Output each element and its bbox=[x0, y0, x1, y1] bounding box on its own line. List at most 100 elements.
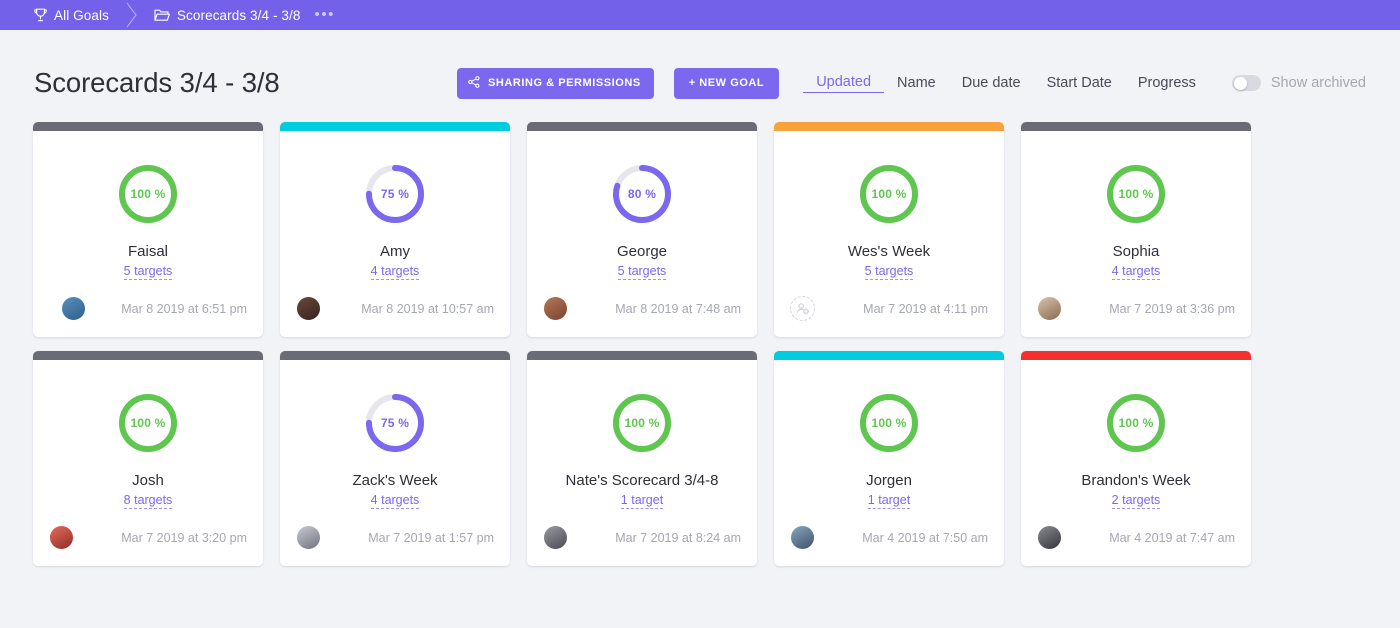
breadcrumb-item-all-goals[interactable]: All Goals bbox=[34, 8, 109, 23]
sort-option-progress[interactable]: Progress bbox=[1125, 75, 1209, 91]
card-footer: Mar 4 2019 at 7:50 am bbox=[774, 525, 1004, 566]
progress-percent-label: 75 % bbox=[380, 187, 410, 201]
targets-link[interactable]: 5 targets bbox=[123, 264, 173, 280]
card-footer: Mar 7 2019 at 1:57 pm bbox=[280, 525, 510, 566]
card-footer: Mar 8 2019 at 7:48 am bbox=[527, 296, 757, 337]
card-color-bar bbox=[280, 122, 510, 131]
goal-card[interactable]: 100 % Faisal 5 targets Mar 8 2019 at 6:5… bbox=[33, 122, 263, 337]
new-goal-button[interactable]: + NEW GOAL bbox=[673, 67, 780, 99]
header-actions: SHARING & PERMISSIONS + NEW GOAL Updated… bbox=[456, 67, 1366, 99]
goal-name: Jorgen bbox=[866, 472, 912, 489]
card-body: 100 % Josh 8 targets bbox=[33, 360, 263, 525]
avatar[interactable] bbox=[543, 296, 568, 321]
targets-link[interactable]: 8 targets bbox=[123, 493, 173, 509]
folder-icon bbox=[154, 8, 170, 22]
card-body: 80 % George 5 targets bbox=[527, 131, 757, 296]
avatar[interactable] bbox=[543, 525, 568, 550]
breadcrumb-overflow-menu-icon[interactable]: ••• bbox=[314, 7, 335, 22]
progress-percent-label: 100 % bbox=[871, 187, 907, 201]
card-color-bar bbox=[280, 351, 510, 360]
progress-ring: 75 % bbox=[364, 392, 426, 454]
goal-name: Sophia bbox=[1112, 243, 1160, 260]
card-body: 100 % Wes's Week 5 targets bbox=[774, 131, 1004, 296]
progress-percent-label: 100 % bbox=[1118, 416, 1154, 430]
card-color-bar bbox=[527, 351, 757, 360]
assignee-avatars bbox=[296, 525, 321, 550]
targets-link[interactable]: 5 targets bbox=[617, 264, 667, 280]
avatar[interactable] bbox=[1037, 296, 1062, 321]
updated-date: Mar 7 2019 at 3:20 pm bbox=[121, 530, 247, 545]
avatar[interactable] bbox=[296, 296, 321, 321]
goal-card[interactable]: 100 % Nate's Scorecard 3/4-8 1 target Ma… bbox=[527, 351, 757, 566]
breadcrumb-item-folder[interactable]: Scorecards 3/4 - 3/8 bbox=[154, 8, 301, 23]
breadcrumb-separator-icon bbox=[126, 2, 138, 28]
sort-options: Updated Name Due date Start Date Progres… bbox=[803, 74, 1209, 93]
targets-link[interactable]: 2 targets bbox=[1111, 493, 1161, 509]
card-color-bar bbox=[527, 122, 757, 131]
card-footer: Mar 7 2019 at 3:20 pm bbox=[33, 525, 263, 566]
card-footer: Mar 7 2019 at 3:36 pm bbox=[1021, 296, 1251, 337]
avatar[interactable] bbox=[790, 525, 815, 550]
updated-date: Mar 8 2019 at 7:48 am bbox=[615, 301, 741, 316]
assignee-avatars bbox=[543, 525, 568, 550]
sharing-permissions-label: SHARING & PERMISSIONS bbox=[487, 77, 641, 89]
assignee-avatars bbox=[790, 525, 815, 550]
progress-ring: 100 % bbox=[858, 163, 920, 225]
trophy-icon bbox=[34, 8, 47, 22]
progress-ring: 100 % bbox=[117, 163, 179, 225]
sort-option-updated[interactable]: Updated bbox=[803, 74, 885, 93]
goal-card[interactable]: 100 % Brandon's Week 2 targets Mar 4 201… bbox=[1021, 351, 1251, 566]
progress-ring: 100 % bbox=[611, 392, 673, 454]
goal-card[interactable]: 100 % Sophia 4 targets Mar 7 2019 at 3:3… bbox=[1021, 122, 1251, 337]
assignee-avatars bbox=[1037, 296, 1062, 321]
avatar[interactable] bbox=[49, 525, 74, 550]
updated-date: Mar 8 2019 at 10:57 am bbox=[361, 301, 494, 316]
card-body: 100 % Sophia 4 targets bbox=[1021, 131, 1251, 296]
targets-link[interactable]: 1 target bbox=[620, 493, 664, 509]
avatar[interactable] bbox=[296, 525, 321, 550]
goal-name: Zack's Week bbox=[352, 472, 438, 489]
card-footer: Mar 7 2019 at 8:24 am bbox=[527, 525, 757, 566]
goal-card[interactable]: 80 % George 5 targets Mar 8 2019 at 7:48… bbox=[527, 122, 757, 337]
card-footer: Mar 8 2019 at 10:57 am bbox=[280, 296, 510, 337]
sharing-permissions-button[interactable]: SHARING & PERMISSIONS bbox=[456, 67, 654, 99]
targets-link[interactable]: 4 targets bbox=[1111, 264, 1161, 280]
progress-percent-label: 100 % bbox=[1118, 187, 1154, 201]
progress-ring: 100 % bbox=[858, 392, 920, 454]
avatar[interactable] bbox=[1037, 525, 1062, 550]
show-archived-control[interactable]: Show archived bbox=[1231, 75, 1366, 91]
goal-card[interactable]: 100 % Jorgen 1 target Mar 4 2019 at 7:50… bbox=[774, 351, 1004, 566]
sort-option-due-date[interactable]: Due date bbox=[949, 75, 1034, 91]
sort-option-start-date[interactable]: Start Date bbox=[1034, 75, 1125, 91]
sort-option-name[interactable]: Name bbox=[884, 75, 949, 91]
targets-link[interactable]: 1 target bbox=[867, 493, 911, 509]
page-header: Scorecards 3/4 - 3/8 SHARING & PERMISSIO… bbox=[0, 44, 1400, 122]
assignee-avatars bbox=[1037, 525, 1062, 550]
targets-link[interactable]: 4 targets bbox=[370, 493, 420, 509]
goal-name: Brandon's Week bbox=[1081, 472, 1191, 489]
card-color-bar bbox=[33, 122, 263, 131]
avatar[interactable] bbox=[61, 296, 86, 321]
progress-ring: 100 % bbox=[1105, 392, 1167, 454]
progress-ring: 100 % bbox=[117, 392, 179, 454]
card-body: 100 % Nate's Scorecard 3/4-8 1 target bbox=[527, 360, 757, 525]
avatar-overflow[interactable] bbox=[36, 296, 61, 321]
add-assignee-icon[interactable] bbox=[790, 296, 815, 321]
goal-name: George bbox=[616, 243, 668, 260]
card-color-bar bbox=[774, 122, 1004, 131]
share-icon bbox=[468, 75, 480, 91]
goal-card[interactable]: 100 % Josh 8 targets Mar 7 2019 at 3:20 … bbox=[33, 351, 263, 566]
card-color-bar bbox=[33, 351, 263, 360]
card-footer: Mar 8 2019 at 6:51 pm bbox=[33, 296, 263, 337]
targets-link[interactable]: 4 targets bbox=[370, 264, 420, 280]
breadcrumb-all-goals-label: All Goals bbox=[54, 7, 109, 23]
assignee-avatars bbox=[49, 525, 74, 550]
card-body: 100 % Jorgen 1 target bbox=[774, 360, 1004, 525]
targets-link[interactable]: 5 targets bbox=[864, 264, 914, 280]
goal-card[interactable]: 100 % Wes's Week 5 targets Mar 7 2019 at… bbox=[774, 122, 1004, 337]
breadcrumb-folder-label: Scorecards 3/4 - 3/8 bbox=[176, 7, 301, 23]
goal-card[interactable]: 75 % Zack's Week 4 targets Mar 7 2019 at… bbox=[280, 351, 510, 566]
show-archived-toggle[interactable] bbox=[1231, 75, 1261, 91]
goal-card[interactable]: 75 % Amy 4 targets Mar 8 2019 at 10:57 a… bbox=[280, 122, 510, 337]
progress-percent-label: 100 % bbox=[130, 416, 166, 430]
